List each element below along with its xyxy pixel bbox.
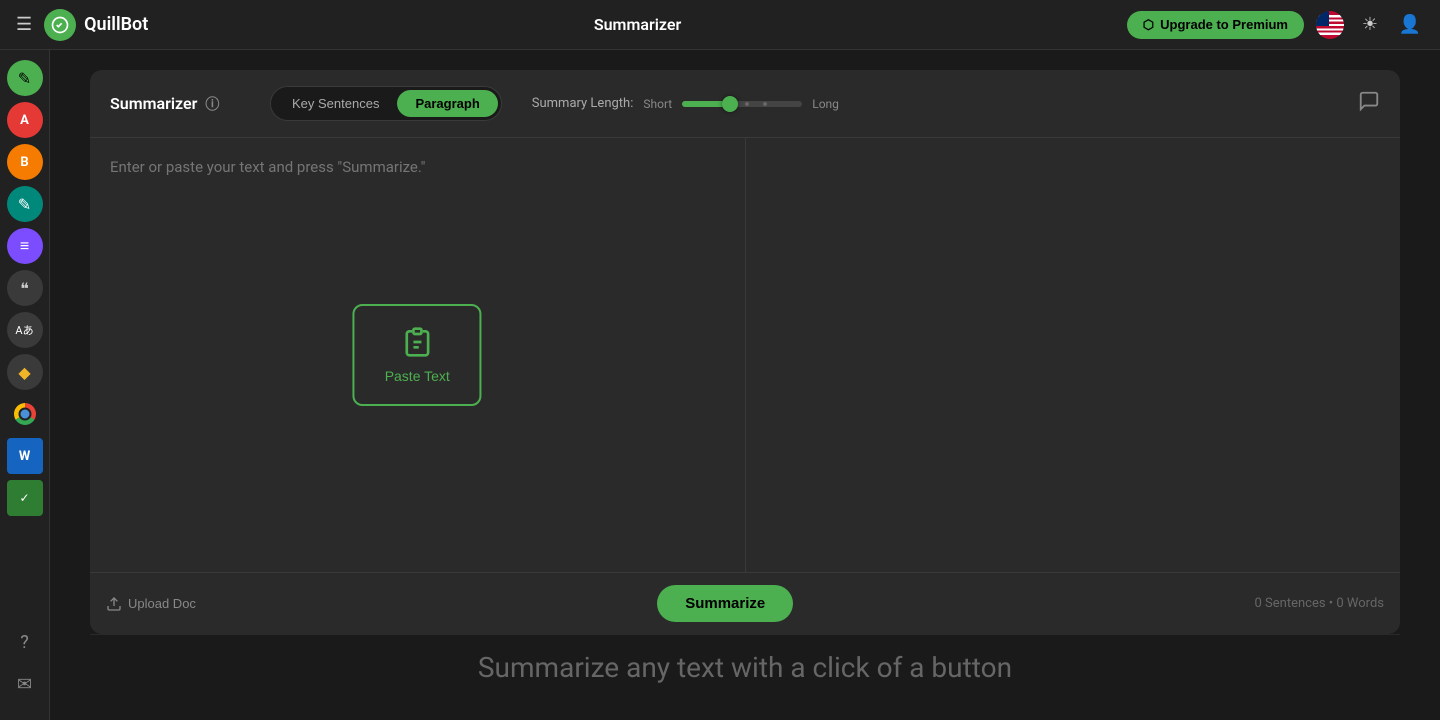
quillbot-logo-icon — [44, 9, 76, 41]
sidebar-item-summarizer[interactable]: ✎ — [7, 186, 43, 222]
sidebar-item-premium[interactable]: ◆ — [7, 354, 43, 390]
sidebar-item-cowriter[interactable]: B — [7, 144, 43, 180]
summary-length-label: Summary Length: — [532, 96, 634, 111]
tool-card: Summarizer ⓘ Key Sentences Paragraph Sum… — [90, 70, 1400, 634]
body-area: ✎ A B ✎ ≡ ❝ Aあ ◆ W ✓ ? ✉ Summarizer ⓘ — [0, 50, 1440, 720]
footer-center: Summarize — [196, 585, 1255, 622]
chrome-icon — [14, 403, 36, 425]
logo-text: QuillBot — [84, 14, 148, 35]
upgrade-btn-label: Upgrade to Premium — [1160, 17, 1288, 32]
sidebar-item-translator[interactable]: Aあ — [7, 312, 43, 348]
page-title: Summarizer — [148, 15, 1126, 34]
user-account-icon[interactable]: 👤 — [1396, 11, 1424, 39]
editor-area: Paste Text — [90, 138, 1400, 572]
help-icon[interactable]: ? — [7, 624, 43, 660]
slider-thumb[interactable] — [722, 96, 738, 112]
sidebar-item-plagiarism[interactable]: ❝ — [7, 270, 43, 306]
upgrade-button[interactable]: ⬡ Upgrade to Premium — [1127, 11, 1304, 39]
sidebar-item-word[interactable]: W — [7, 438, 43, 474]
theme-toggle-icon[interactable]: ☀ — [1356, 11, 1384, 39]
tool-header: Summarizer ⓘ Key Sentences Paragraph Sum… — [90, 70, 1400, 138]
bottom-tagline: Summarize any text with a click of a but… — [90, 634, 1400, 700]
mode-toggle: Key Sentences Paragraph — [270, 86, 502, 121]
clipboard-icon — [401, 326, 433, 358]
nav-right: ⬡ Upgrade to Premium ☀ 👤 — [1127, 11, 1424, 39]
editor-footer: Upload Doc Summarize 0 Sentences • 0 Wor… — [90, 572, 1400, 634]
input-panel: Paste Text — [90, 138, 746, 572]
tagline-text: Summarize any text with a click of a but… — [478, 651, 1012, 684]
paste-btn-label: Paste Text — [385, 368, 450, 384]
top-nav: ☰ QuillBot Summarizer ⬡ Upgrade to Premi… — [0, 0, 1440, 50]
menu-icon[interactable]: ☰ — [16, 14, 32, 35]
tool-title-text: Summarizer — [110, 94, 197, 113]
paste-btn-wrapper: Paste Text — [353, 304, 482, 406]
slider-dot-1 — [745, 102, 749, 106]
short-label: Short — [643, 97, 672, 111]
mail-icon[interactable]: ✉ — [7, 666, 43, 702]
main-content: Summarizer ⓘ Key Sentences Paragraph Sum… — [50, 50, 1440, 720]
sidebar-item-chrome[interactable] — [7, 396, 43, 432]
word-count-stats: 0 Sentences • 0 Words — [1255, 596, 1385, 611]
length-slider-track[interactable] — [682, 101, 802, 107]
chat-icon[interactable] — [1358, 90, 1380, 117]
sidebar: ✎ A B ✎ ≡ ❝ Aあ ◆ W ✓ ? ✉ — [0, 50, 50, 720]
upload-btn-label: Upload Doc — [128, 596, 196, 611]
key-sentences-mode-button[interactable]: Key Sentences — [274, 90, 397, 117]
upload-doc-button[interactable]: Upload Doc — [106, 596, 196, 612]
sidebar-item-citation[interactable]: ≡ — [7, 228, 43, 264]
output-panel — [746, 138, 1401, 572]
sidebar-item-grammar[interactable]: A — [7, 102, 43, 138]
long-label: Long — [812, 97, 839, 111]
paste-text-button[interactable]: Paste Text — [353, 304, 482, 406]
tool-title-area: Summarizer ⓘ — [110, 94, 250, 114]
info-icon[interactable]: ⓘ — [205, 94, 219, 114]
sidebar-item-paraphraser[interactable]: ✎ — [7, 60, 43, 96]
logo-area: QuillBot — [44, 9, 148, 41]
slider-dot-2 — [763, 102, 767, 106]
sidebar-bottom: ? ✉ — [7, 624, 43, 710]
sidebar-item-docs[interactable]: ✓ — [7, 480, 43, 516]
summarize-button[interactable]: Summarize — [657, 585, 793, 622]
summary-length-control: Summary Length: Short Long — [532, 96, 839, 111]
upload-icon — [106, 596, 122, 612]
premium-icon: ⬡ — [1143, 17, 1154, 33]
language-flag[interactable] — [1316, 11, 1344, 39]
paragraph-mode-button[interactable]: Paragraph — [397, 90, 497, 117]
